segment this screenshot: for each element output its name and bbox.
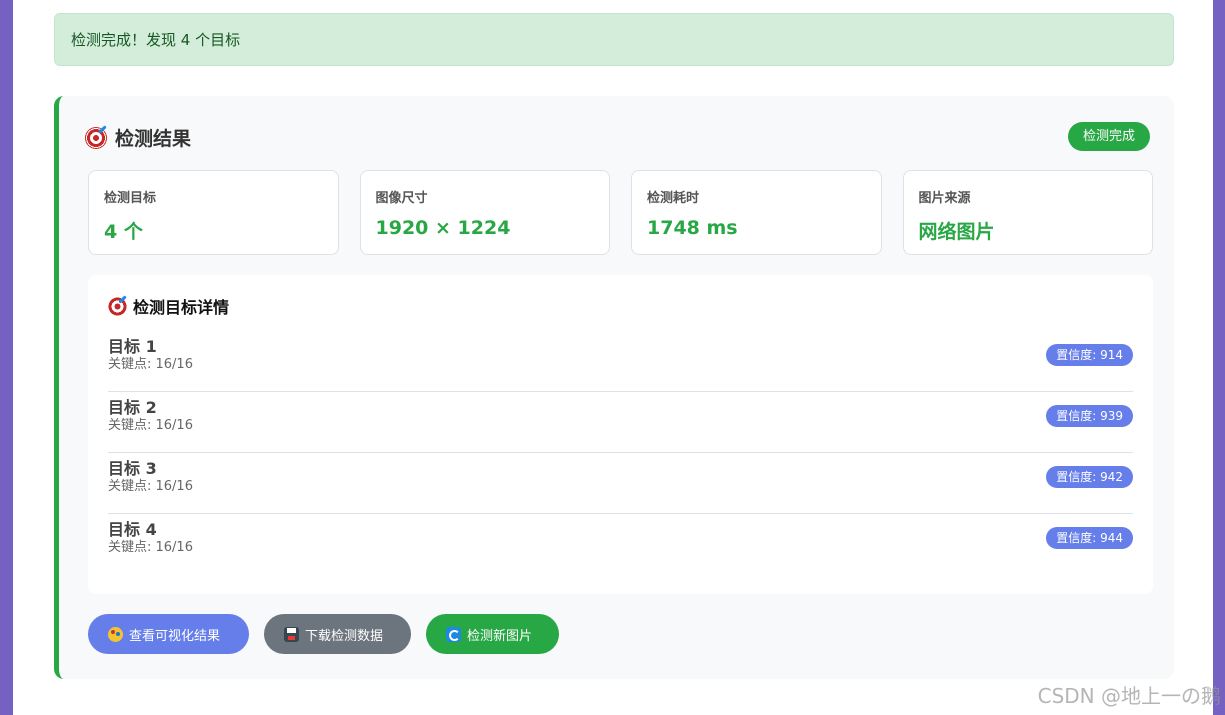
stat-label: 图片来源 [918,191,971,206]
target-keypoints: 关键点: 16/16 [108,357,193,372]
stats-row: 检测目标 4 个 图像尺寸 1920 × 1224 检测耗时 1748 ms 图… [88,170,1153,255]
target-icon [85,126,107,149]
target-name: 目标 4 [108,520,157,539]
stat-duration: 检测耗时 1748 ms [631,170,882,255]
stat-value: 网络图片 [918,221,995,243]
refresh-icon [446,626,461,642]
stat-image-size: 图像尺寸 1920 × 1224 [359,170,610,255]
stat-target-count: 检测目标 4 个 [88,170,339,255]
target-keypoints: 关键点: 16/16 [108,540,193,555]
confidence-badge: 置信度: 944 [1046,527,1133,549]
target-name: 目标 3 [108,459,157,478]
details-title-text: 检测目标详情 [133,298,230,317]
target-name: 目标 2 [108,398,157,417]
list-item: 目标 1 关键点: 16/16 置信度: 914 [108,331,1133,392]
stat-value: 1920 × 1224 [375,217,511,239]
stat-value: 1748 ms [647,217,738,239]
view-visualization-button[interactable]: 查看可视化结果 [88,614,249,654]
palette-icon [108,626,123,642]
details-title: 检测目标详情 [108,295,1133,317]
stat-value: 4 个 [104,221,143,243]
confidence-badge: 置信度: 942 [1046,466,1133,488]
action-bar: 查看可视化结果 下载检测数据 检测新图片 [88,614,559,654]
list-item: 目标 2 关键点: 16/16 置信度: 939 [108,392,1133,453]
card-header: 检测结果 检测完成 [85,122,1150,152]
target-keypoints: 关键点: 16/16 [108,479,193,494]
result-card: 检测结果 检测完成 检测目标 4 个 图像尺寸 1920 × 1224 检测耗时… [54,96,1174,679]
success-alert: 检测完成！发现 4 个目标 [54,13,1174,66]
detect-new-image-label: 检测新图片 [467,628,533,644]
status-badge: 检测完成 [1067,122,1150,151]
list-item: 目标 4 关键点: 16/16 置信度: 944 [108,514,1133,575]
target-keypoints: 关键点: 16/16 [108,418,193,433]
confidence-badge: 置信度: 939 [1046,405,1133,427]
floppy-disk-icon [284,626,299,642]
stat-label: 图像尺寸 [375,191,428,206]
list-item: 目标 3 关键点: 16/16 置信度: 942 [108,453,1133,514]
stat-label: 检测目标 [104,191,157,206]
download-data-label: 下载检测数据 [305,628,384,644]
target-icon [108,296,127,316]
stat-label: 检测耗时 [647,191,700,206]
target-list: 目标 1 关键点: 16/16 置信度: 914 目标 2 关键点: 16/16… [108,331,1133,575]
target-name: 目标 1 [108,337,157,356]
stat-source: 图片来源 网络图片 [902,170,1153,255]
target-details: 检测目标详情 目标 1 关键点: 16/16 置信度: 914 目标 2 关键点… [88,275,1153,594]
detect-new-image-button[interactable]: 检测新图片 [426,614,559,654]
card-title: 检测结果 [85,124,191,151]
view-visualization-label: 查看可视化结果 [129,628,221,644]
confidence-badge: 置信度: 914 [1046,344,1133,366]
page: 检测完成！发现 4 个目标 检测结果 检测完成 检测目标 4 个 图像尺寸 19… [13,0,1213,715]
watermark: CSDN @地上一の鹅 [1037,684,1221,708]
download-data-button[interactable]: 下载检测数据 [264,614,411,654]
card-title-text: 检测结果 [115,128,192,150]
